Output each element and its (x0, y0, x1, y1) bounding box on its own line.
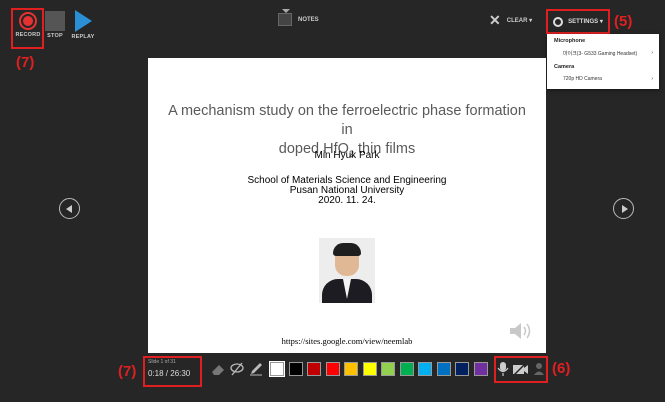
clear-label: CLEAR ▾ (506, 17, 533, 24)
chevron-right-icon: › (651, 76, 653, 82)
notes-label: NOTES (298, 16, 319, 23)
color-swatch[interactable] (362, 362, 377, 376)
clear-icon: ✕ (489, 12, 501, 28)
microphone-option[interactable]: 마이크(3- G533 Gaming Headset) › (547, 46, 659, 60)
annotation-7-bottom: (7) (118, 363, 137, 380)
microphone-heading: Microphone (554, 38, 586, 44)
media-highlight (494, 356, 548, 383)
annotation-5: (5) (614, 13, 633, 30)
pen-icon[interactable] (248, 362, 264, 376)
color-swatch[interactable] (344, 362, 358, 376)
color-swatch[interactable] (418, 362, 432, 376)
camera-option[interactable]: 720p HD Camera › (547, 72, 659, 86)
annotation-7-top: (7) (16, 54, 35, 71)
lasso-icon[interactable] (229, 362, 245, 376)
color-swatch[interactable] (473, 362, 488, 376)
previous-slide-button[interactable] (59, 198, 80, 219)
timer-highlight (143, 356, 202, 387)
color-swatch[interactable] (325, 362, 340, 376)
color-swatch[interactable] (436, 362, 451, 376)
speaker-icon[interactable] (508, 320, 534, 342)
slide-url: https://sites.google.com/view/neemlab (281, 336, 413, 346)
color-swatch[interactable] (455, 362, 469, 376)
slide-author: Min Hyuk Park (314, 150, 380, 161)
stop-icon (45, 11, 65, 31)
replay-label: REPLAY (71, 34, 95, 40)
annotation-6: (6) (552, 360, 571, 377)
replay-icon (74, 10, 92, 32)
color-swatch[interactable] (307, 362, 321, 376)
color-swatch[interactable] (269, 361, 285, 377)
clear-button[interactable]: ✕ CLEAR ▾ (489, 12, 533, 28)
notes-button[interactable]: NOTES (278, 9, 319, 26)
next-slide-button[interactable] (613, 198, 634, 219)
settings-highlight (546, 9, 610, 34)
chevron-right-icon: › (651, 50, 653, 56)
color-swatch[interactable] (381, 362, 395, 376)
color-swatch[interactable] (399, 362, 414, 376)
settings-dropdown: Microphone 마이크(3- G533 Gaming Headset) ›… (547, 34, 659, 89)
slide-canvas: A mechanism study on the ferroelectric p… (148, 58, 546, 353)
eraser-icon[interactable] (210, 362, 226, 376)
replay-button[interactable]: REPLAY (66, 10, 100, 40)
notes-icon (278, 9, 292, 26)
color-swatch[interactable] (288, 362, 303, 376)
presenter-photo (319, 238, 375, 303)
slide-affiliation: School of Materials Science and Engineer… (247, 175, 447, 206)
camera-heading: Camera (554, 64, 575, 70)
